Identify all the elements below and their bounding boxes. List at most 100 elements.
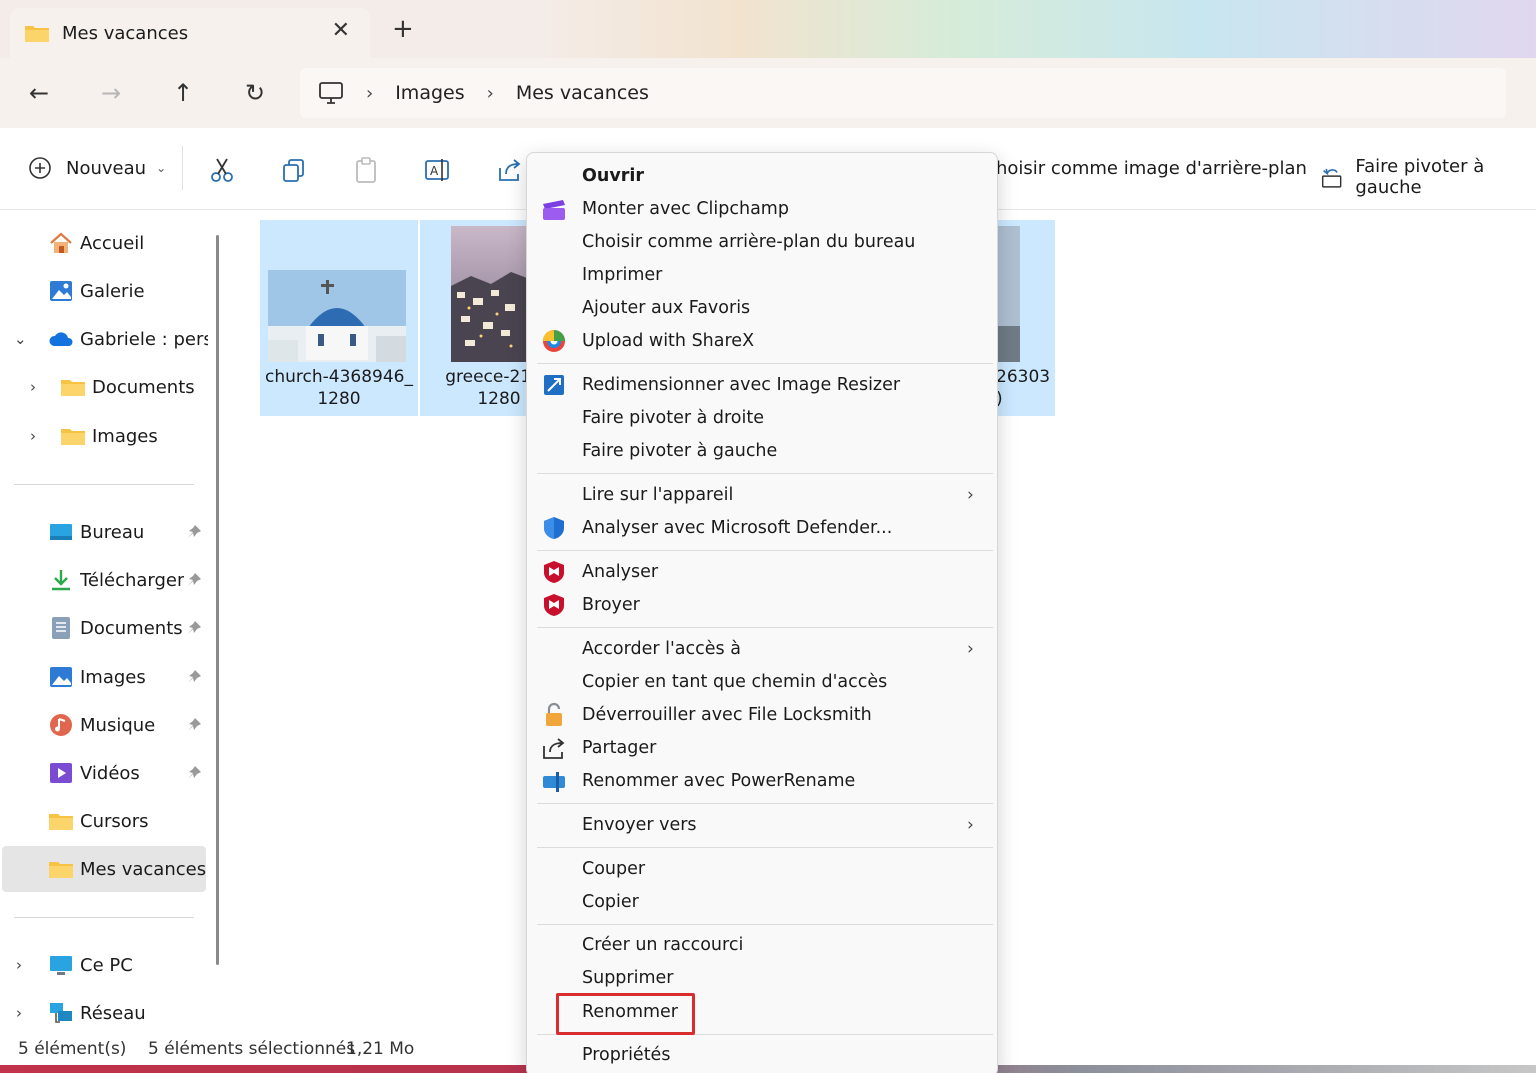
menu-item-powerrename[interactable]: Renommer avec PowerRename	[527, 764, 997, 797]
sidebar-item-onedrive[interactable]: ⌄ Gabriele : persor	[0, 316, 210, 362]
sidebar-item-videos[interactable]: Vidéos	[0, 750, 210, 796]
paste-icon[interactable]	[352, 156, 380, 184]
close-tab-icon[interactable]: ✕	[332, 18, 350, 43]
menu-item-rotate-left[interactable]: Faire pivoter à gauche	[527, 434, 997, 467]
chevron-right-icon[interactable]: ›	[30, 427, 36, 445]
file-name: 26303 )	[996, 367, 1051, 409]
rotate-left-button[interactable]: Faire pivoter à gauche	[1320, 156, 1536, 198]
pin-icon[interactable]	[186, 524, 202, 540]
copy-icon[interactable]	[280, 156, 308, 184]
forward-button[interactable]: →	[94, 76, 128, 110]
menu-item-cast-to-device[interactable]: Lire sur l'appareil ›	[527, 478, 997, 511]
sidebar-item-bureau[interactable]: Bureau	[0, 509, 210, 555]
share-icon[interactable]	[496, 156, 524, 184]
sidebar-item-label: Mes vacances	[80, 858, 207, 880]
menu-item-mcafee-shred[interactable]: Broyer	[527, 588, 997, 621]
pin-icon[interactable]	[186, 765, 202, 781]
breadcrumb-images[interactable]: Images	[395, 82, 464, 104]
folder-icon	[61, 429, 85, 445]
sidebar-item-mes-vacances[interactable]: Mes vacances	[2, 846, 206, 892]
sidebar-item-label: Documents	[80, 617, 183, 639]
menu-item-image-resizer[interactable]: Redimensionner avec Image Resizer	[527, 368, 997, 401]
plus-circle-icon	[29, 157, 51, 179]
up-button[interactable]: ↑	[166, 76, 200, 110]
church-thumbnail	[268, 270, 406, 362]
folder-icon	[49, 862, 73, 878]
rename-highlight-box	[556, 993, 695, 1035]
pin-icon[interactable]	[186, 572, 202, 588]
desktop-icon	[50, 524, 72, 540]
chevron-right-icon[interactable]: ›	[16, 956, 22, 974]
new-button[interactable]: Nouveau ⌄	[28, 156, 166, 180]
onedrive-cloud-icon	[49, 332, 73, 346]
menu-separator	[537, 803, 993, 804]
menu-item-defender-scan[interactable]: Analyser avec Microsoft Defender...	[527, 511, 997, 544]
sidebar-item-label: Ce PC	[80, 954, 133, 976]
menu-item-proprietes[interactable]: Propriétés	[527, 1038, 997, 1071]
lock-icon	[546, 702, 562, 726]
sidebar-item-accueil[interactable]: Accueil	[0, 220, 210, 266]
folder-icon	[61, 380, 85, 396]
defender-shield-icon	[544, 516, 564, 539]
sidebar-item-telechargements[interactable]: Téléchargem	[0, 557, 210, 603]
file-name: church-4368946_ 1280	[265, 367, 413, 409]
menu-item-clipchamp[interactable]: Monter avec Clipchamp	[527, 192, 997, 225]
sidebar-divider	[14, 484, 194, 485]
menu-item-give-access[interactable]: Accorder l'accès à ›	[527, 632, 997, 665]
menu-item-set-desktop-background[interactable]: Choisir comme arrière-plan du bureau	[527, 225, 997, 258]
menu-item-file-locksmith[interactable]: Déverrouiller avec File Locksmith	[527, 698, 997, 731]
new-button-label: Nouveau	[66, 157, 147, 179]
sidebar-item-reseau[interactable]: › Réseau	[0, 990, 210, 1036]
menu-item-create-shortcut[interactable]: Créer un raccourci	[527, 928, 997, 961]
sidebar-item-documents-onedrive[interactable]: › Documents	[0, 364, 210, 410]
navigation-bar: ← → ↑ ↻ › Images › Mes vacances	[0, 58, 1536, 128]
menu-item-send-to[interactable]: Envoyer vers ›	[527, 808, 997, 841]
sidebar-item-images-onedrive[interactable]: › Images	[0, 413, 210, 459]
refresh-button[interactable]: ↻	[238, 76, 272, 110]
clipchamp-icon	[543, 199, 565, 220]
menu-item-rotate-right[interactable]: Faire pivoter à droite	[527, 401, 997, 434]
pin-icon[interactable]	[186, 717, 202, 733]
menu-item-mcafee-scan[interactable]: Analyser	[527, 555, 997, 588]
set-background-button[interactable]: hoisir comme image d'arrière-plan	[996, 158, 1307, 179]
pin-icon[interactable]	[186, 620, 202, 636]
chevron-down-icon[interactable]: ⌄	[14, 330, 27, 348]
powerrename-icon	[543, 771, 565, 792]
this-pc-icon[interactable]	[318, 81, 344, 105]
menu-item-couper[interactable]: Couper	[527, 852, 997, 885]
sidebar-item-label: Gabriele : persor	[80, 328, 208, 350]
menu-item-sharex[interactable]: Upload with ShareX	[527, 324, 997, 357]
sidebar-item-documents[interactable]: Documents	[0, 605, 210, 651]
rename-icon[interactable]: A	[424, 156, 452, 184]
menu-separator	[537, 550, 993, 551]
menu-item-ouvrir[interactable]: Ouvrir	[527, 159, 997, 192]
menu-item-supprimer[interactable]: Supprimer	[527, 961, 997, 994]
pin-icon[interactable]	[186, 669, 202, 685]
sidebar-item-musique[interactable]: Musique	[0, 702, 210, 748]
menu-item-partager[interactable]: Partager	[527, 731, 997, 764]
chevron-right-icon[interactable]: ›	[30, 378, 36, 396]
sidebar-item-images[interactable]: Images	[0, 654, 210, 700]
chevron-right-icon[interactable]: ›	[16, 1004, 22, 1022]
new-tab-button[interactable]: +	[392, 14, 414, 44]
menu-item-copy-as-path[interactable]: Copier en tant que chemin d'accès	[527, 665, 997, 698]
cut-icon[interactable]	[208, 156, 236, 184]
sidebar-item-label: Images	[80, 666, 146, 688]
menu-item-copier[interactable]: Copier	[527, 885, 997, 918]
sidebar-item-ce-pc[interactable]: › Ce PC	[0, 942, 210, 988]
tab-mes-vacances[interactable]: Mes vacances ✕	[10, 8, 370, 58]
menu-item-favoris[interactable]: Ajouter aux Favoris	[527, 291, 997, 324]
address-bar[interactable]: › Images › Mes vacances	[300, 68, 1506, 118]
back-button[interactable]: ←	[22, 76, 56, 110]
tab-title: Mes vacances	[62, 22, 189, 44]
mcafee-icon	[544, 560, 564, 583]
menu-item-imprimer[interactable]: Imprimer	[527, 258, 997, 291]
selection-size: 1,21 Mo	[346, 1039, 415, 1059]
folder-icon	[25, 26, 49, 42]
videos-icon	[50, 763, 72, 783]
file-item-church[interactable]: church-4368946_ 1280	[260, 220, 418, 416]
breadcrumb-mes-vacances[interactable]: Mes vacances	[516, 82, 649, 104]
sidebar-item-galerie[interactable]: Galerie	[0, 268, 210, 314]
sidebar-scrollbar[interactable]	[216, 235, 219, 965]
sidebar-item-cursors[interactable]: Cursors	[0, 798, 210, 844]
